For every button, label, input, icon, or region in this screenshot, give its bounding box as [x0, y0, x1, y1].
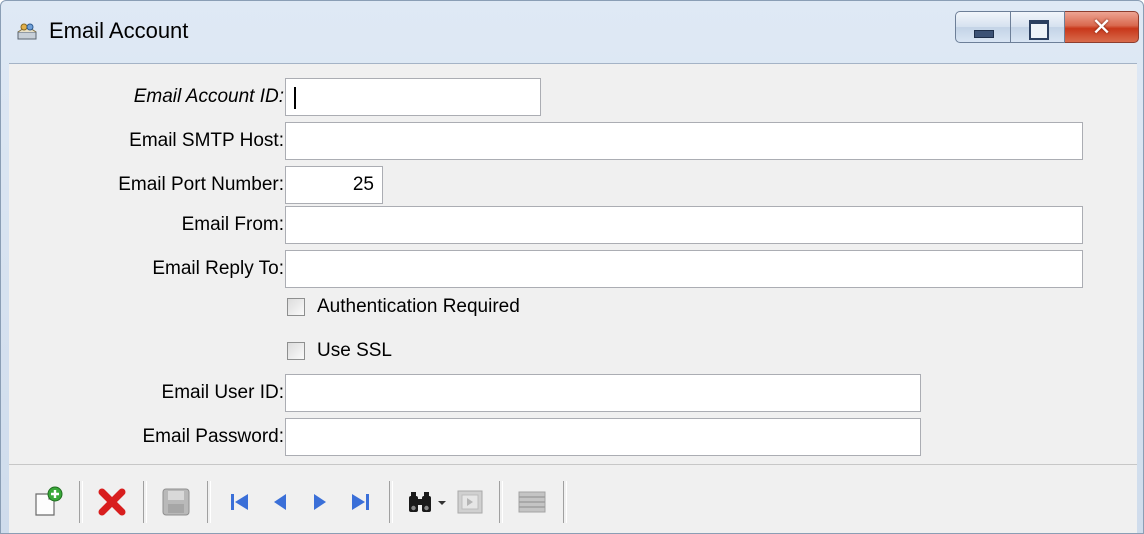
port-input[interactable] — [285, 166, 383, 204]
reply-to-input[interactable] — [285, 250, 1083, 288]
toolbar-separator — [389, 481, 393, 523]
toolbar-separator — [207, 481, 211, 523]
toolbar-separator — [79, 481, 83, 523]
app-icon — [17, 23, 37, 40]
user-id-input[interactable] — [285, 374, 921, 412]
save-icon[interactable] — [159, 485, 193, 519]
first-record-icon[interactable] — [223, 485, 257, 519]
new-record-icon[interactable] — [31, 485, 65, 519]
last-record-icon[interactable] — [343, 485, 377, 519]
auth-required-label[interactable]: Authentication Required — [317, 296, 520, 318]
close-icon: ✕ — [1091, 13, 1112, 41]
next-record-icon[interactable] — [303, 485, 337, 519]
auth-required-checkbox[interactable] — [287, 298, 305, 316]
close-button[interactable]: ✕ — [1065, 11, 1139, 43]
port-label: Email Port Number: — [118, 174, 284, 195]
maximize-icon — [1029, 20, 1049, 40]
user-id-label: Email User ID: — [161, 382, 284, 403]
previous-record-icon[interactable] — [263, 485, 297, 519]
delete-icon[interactable] — [95, 485, 129, 519]
title-bar[interactable]: Email Account ✕ — [1, 1, 1143, 63]
toolbar-separator — [499, 481, 503, 523]
minimize-icon — [974, 30, 994, 38]
goto-record-icon[interactable] — [453, 485, 487, 519]
account-id-input[interactable] — [285, 78, 541, 116]
maximize-button[interactable] — [1011, 11, 1065, 43]
form-area: Email Account ID: Email SMTP Host: Email… — [9, 63, 1137, 533]
smtp-host-label: Email SMTP Host: — [129, 130, 284, 151]
email-account-window: Email Account ✕ Email Account ID: Email … — [0, 0, 1144, 534]
record-toolbar — [9, 464, 1137, 533]
password-input[interactable] — [285, 418, 921, 456]
window-title: Email Account — [49, 18, 189, 43]
minimize-button[interactable] — [955, 11, 1011, 43]
toolbar-separator — [143, 481, 147, 523]
from-input[interactable] — [285, 206, 1083, 244]
account-id-label: Email Account ID: — [133, 86, 284, 107]
binoculars-icon[interactable] — [403, 485, 437, 519]
use-ssl-checkbox[interactable] — [287, 342, 305, 360]
grid-view-icon[interactable] — [515, 485, 549, 519]
password-label: Email Password: — [142, 426, 285, 447]
toolbar-separator — [563, 481, 567, 523]
smtp-host-input[interactable] — [285, 122, 1083, 160]
dropdown-arrow-icon[interactable] — [433, 485, 451, 519]
reply-to-label: Email Reply To: — [152, 258, 284, 279]
text-caret — [294, 87, 296, 109]
from-label: Email From: — [181, 214, 284, 235]
use-ssl-label[interactable]: Use SSL — [317, 340, 392, 362]
